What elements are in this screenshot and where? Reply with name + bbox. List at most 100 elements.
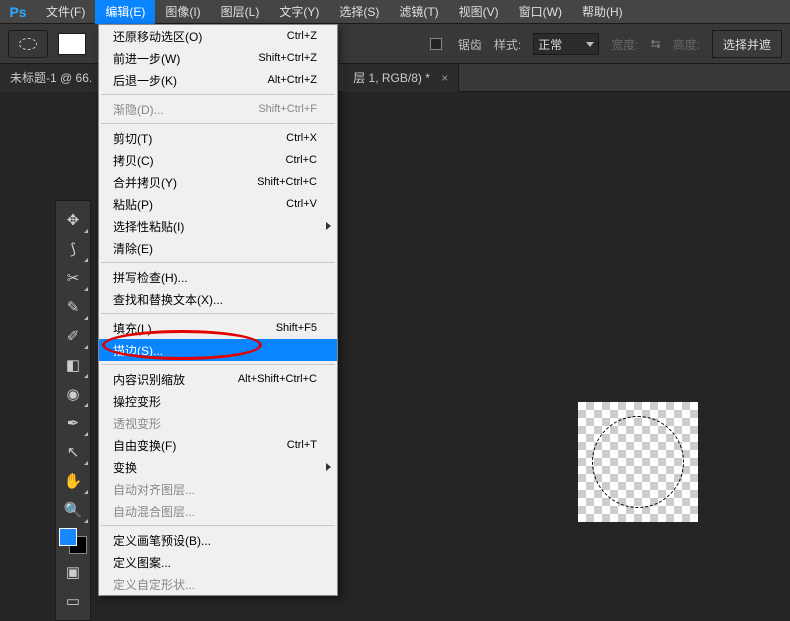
menu-row[interactable]: 查找和替换文本(X)... [99,288,337,310]
menu-separator [101,123,335,124]
eyedropper-tool[interactable]: ✎ [57,293,89,321]
menu-item[interactable]: 窗口(W) [509,0,572,24]
style-label: 样式: [494,36,521,53]
menu-item[interactable]: 选择(S) [329,0,389,24]
menu-item[interactable]: 滤镜(T) [389,0,448,24]
menu-row-label: 渐隐(D)... [113,101,164,118]
style-value: 正常 [538,36,562,53]
options-right: 锯齿 样式: 正常 宽度: ⇆ 高度: 选择并遮 [430,24,790,64]
eraser-tool[interactable]: ◧ [57,351,89,379]
menu-row[interactable]: 选择性粘贴(I) [99,215,337,237]
zoom-tool[interactable]: 🔍 [57,496,89,524]
style-select[interactable]: 正常 [533,33,599,55]
path-tool[interactable]: ↖ [57,438,89,466]
menu-row-label: 定义画笔预设(B)... [113,532,211,549]
menu-row: 渐隐(D)... Shift+Ctrl+F [99,98,337,120]
blur-tool[interactable]: ◉ [57,380,89,408]
menu-row: 定义自定形状... [99,573,337,595]
menu-row[interactable]: 后退一步(K) Alt+Ctrl+Z [99,69,337,91]
marquee-tool-preset[interactable] [8,30,48,58]
document-tab-remainder[interactable]: 层 1, RGB/8) * × [343,64,459,92]
elliptical-selection-marquee [592,416,684,508]
menu-row-label: 变换 [113,459,137,476]
tool-flyout-indicator-icon [84,287,88,291]
swap-wh-icon[interactable]: ⇆ [651,37,661,51]
menu-row[interactable]: 合并拷贝(Y)Shift+Ctrl+C [99,171,337,193]
menu-row[interactable]: 描边(S)... [99,339,337,361]
menu-shortcut: Shift+F5 [276,322,317,334]
menu-row-label: 剪切(T) [113,130,152,147]
menu-row[interactable]: 操控变形 [99,390,337,412]
menu-row[interactable]: 自由变换(F)Ctrl+T [99,434,337,456]
tool-flyout-indicator-icon [84,345,88,349]
edit-menu-dropdown[interactable]: 还原移动选区(O)Ctrl+Z前进一步(W)Shift+Ctrl+Z后退一步(K… [98,24,338,596]
document-tab[interactable]: 未标题-1 @ 66. [0,64,103,92]
menu-item[interactable]: 图像(I) [155,0,210,24]
move-tool[interactable]: ✥ [57,206,89,234]
menu-row[interactable]: 剪切(T)Ctrl+X [99,127,337,149]
menu-row[interactable]: 定义图案... [99,551,337,573]
crop-tool[interactable]: ✂ [57,264,89,292]
menu-row[interactable]: 清除(E) [99,237,337,259]
antialias-checkbox[interactable] [430,38,442,50]
foreground-color-swatch[interactable] [59,528,77,546]
menu-row-label: 粘贴(P) [113,196,153,213]
tool-flyout-indicator-icon [84,374,88,378]
menu-separator [101,262,335,263]
menu-shortcut: Ctrl+C [286,154,317,166]
pen-tool[interactable]: ✒ [57,409,89,437]
fill-swatch[interactable] [58,33,86,55]
quick-mask-icon[interactable]: ▣ [57,558,89,586]
menu-item[interactable]: 文字(Y) [269,0,329,24]
menu-row-label: 拼写检查(H)... [113,269,188,286]
ps-logo: Ps [0,0,36,24]
menu-row-label: 自动对齐图层... [113,481,195,498]
lasso-tool[interactable]: ⟆ [57,235,89,263]
menu-row[interactable]: 定义画笔预设(B)... [99,529,337,551]
menu-row[interactable]: 填充(L)...Shift+F5 [99,317,337,339]
document-tab-right: 层 1, RGB/8) * [353,71,430,85]
close-tab-icon[interactable]: × [441,71,448,85]
height-label: 高度: [673,36,700,53]
menu-row: 透视变形 [99,412,337,434]
color-swatches[interactable] [59,528,87,554]
tool-flyout-indicator-icon [84,432,88,436]
tool-flyout-indicator-icon [84,519,88,523]
menu-item[interactable]: 视图(V) [449,0,509,24]
canvas[interactable] [578,402,698,522]
menu-row[interactable]: 变换 [99,456,337,478]
menu-row-label: 描边(S)... [113,342,163,359]
menu-item[interactable]: 编辑(E) [95,0,155,24]
chevron-down-icon [586,42,594,47]
menu-row: 自动混合图层... [99,500,337,522]
menu-row[interactable]: 内容识别缩放Alt+Shift+Ctrl+C [99,368,337,390]
menu-row-label: 还原移动选区(O) [113,28,202,45]
menu-shortcut: Shift+Ctrl+F [258,103,317,115]
menu-row[interactable]: 拷贝(C)Ctrl+C [99,149,337,171]
menu-row-label: 自由变换(F) [113,437,176,454]
menu-row-label: 定义自定形状... [113,576,195,593]
hand-tool[interactable]: ✋ [57,467,89,495]
menu-row[interactable]: 前进一步(W)Shift+Ctrl+Z [99,47,337,69]
menubar: Ps 文件(F)编辑(E)图像(I)图层(L)文字(Y)选择(S)滤镜(T)视图… [0,0,790,24]
menu-item[interactable]: 帮助(H) [572,0,633,24]
menu-shortcut: Alt+Ctrl+Z [267,74,317,86]
select-and-mask-label: 选择并遮 [723,36,771,53]
menu-row[interactable]: 还原移动选区(O)Ctrl+Z [99,25,337,47]
submenu-arrow-icon [326,463,331,471]
select-and-mask-button[interactable]: 选择并遮 [712,30,782,58]
menu-separator [101,364,335,365]
menu-row[interactable]: 拼写检查(H)... [99,266,337,288]
brush-tool[interactable]: ✐ [57,322,89,350]
menu-row-label: 内容识别缩放 [113,371,185,388]
menu-row-label: 选择性粘贴(I) [113,218,184,235]
menu-row[interactable]: 粘贴(P)Ctrl+V [99,193,337,215]
screen-mode-icon[interactable]: ▭ [57,587,89,615]
menu-row-label: 合并拷贝(Y) [113,174,177,191]
menu-item[interactable]: 文件(F) [36,0,95,24]
menu-item[interactable]: 图层(L) [211,0,270,24]
menu-separator [101,94,335,95]
width-label: 宽度: [611,36,638,53]
menu-row-label: 后退一步(K) [113,72,177,89]
tool-flyout-indicator-icon [84,316,88,320]
